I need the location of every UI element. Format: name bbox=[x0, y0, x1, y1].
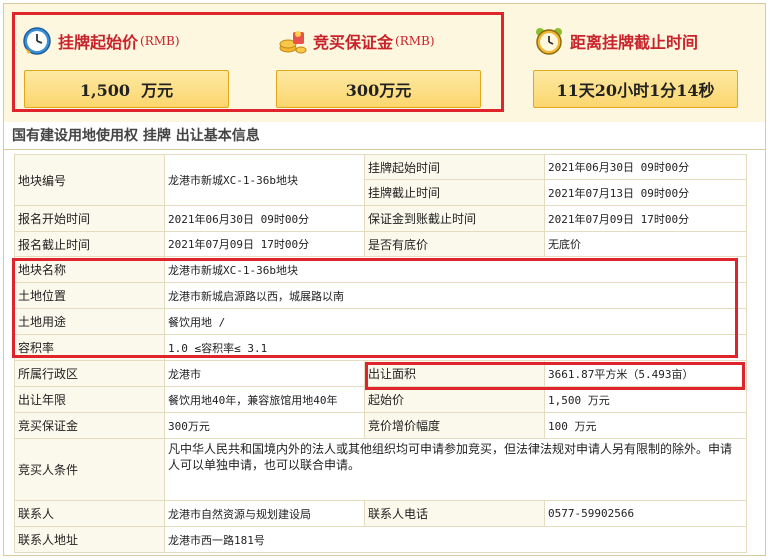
phone-value: 0577-59902566 bbox=[544, 500, 747, 527]
increment-value: 100 万元 bbox=[544, 412, 747, 439]
coins-icon bbox=[279, 31, 307, 54]
far-value: 1.0 ≤容积率≤ 3.1 bbox=[164, 334, 747, 361]
location-value: 龙港市新城启源路以西，城展路以南 bbox=[164, 282, 747, 309]
far-label: 容积率 bbox=[14, 334, 165, 361]
table-row: 容积率 1.0 ≤容积率≤ 3.1 bbox=[14, 334, 747, 361]
parcel-name-label: 地块名称 bbox=[14, 256, 165, 283]
usage-value: 餐饮用地 / bbox=[164, 308, 747, 335]
table-row: 地块名称 龙港市新城XC-1-36b地块 bbox=[14, 256, 747, 283]
location-label: 土地位置 bbox=[14, 282, 165, 309]
reserve-label: 是否有底价 bbox=[364, 231, 545, 257]
bid-deposit-value: 300万元 bbox=[164, 412, 365, 439]
alarm-clock-icon bbox=[536, 28, 562, 55]
increment-label: 竞价增价幅度 bbox=[364, 412, 545, 439]
starting-price-card: 挂牌起始价 (RMB) 1,500 万元 bbox=[14, 4, 244, 122]
starting-price-value: 1,500 万元 bbox=[24, 70, 229, 108]
reg-start-value: 2021年06月30日 09时00分 bbox=[164, 205, 365, 232]
table-row: 竞买人条件 凡中华人民共和国境内外的法人或其他组织均可申请参加竞买，但法律法规对… bbox=[14, 438, 747, 501]
deposit-deadline-value: 2021年07月09日 17时00分 bbox=[544, 205, 747, 232]
bid-deposit-label: 竞买保证金 bbox=[14, 412, 165, 439]
parcel-no-value: 龙港市新城XC-1-36b地块 bbox=[164, 154, 365, 206]
reg-end-value: 2021年07月09日 17时00分 bbox=[164, 231, 365, 257]
start-price-label: 起始价 bbox=[364, 386, 545, 413]
table-row: 土地位置 龙港市新城启源路以西，城展路以南 bbox=[14, 282, 747, 309]
list-start-value: 2021年06月30日 09时00分 bbox=[544, 154, 747, 180]
district-value: 龙港市 bbox=[164, 360, 365, 387]
section-title: 国有建设用地使用权 挂牌 出让基本信息 bbox=[12, 128, 260, 144]
reg-start-label: 报名开始时间 bbox=[14, 205, 165, 232]
list-end-label: 挂牌截止时间 bbox=[364, 179, 545, 206]
area-label: 出让面积 bbox=[364, 360, 545, 387]
usage-label: 土地用途 bbox=[14, 308, 165, 335]
deposit-title: 竞买保证金 (RMB) bbox=[277, 26, 435, 56]
table-row: 联系人 龙港市自然资源与规划建设局 联系人电话 0577-59902566 bbox=[14, 500, 747, 527]
clock-icon bbox=[23, 27, 51, 55]
parcel-no-label: 地块编号 bbox=[14, 154, 165, 206]
phone-label: 联系人电话 bbox=[364, 500, 545, 527]
table-row: 出让年限 餐饮用地40年，兼容旅馆用地40年 起始价 1,500 万元 bbox=[14, 386, 747, 413]
deposit-deadline-label: 保证金到账截止时间 bbox=[364, 205, 545, 232]
parcel-name-value: 龙港市新城XC-1-36b地块 bbox=[164, 256, 747, 283]
table-row: 报名截止时间 2021年07月09日 17时00分 是否有底价 无底价 bbox=[14, 231, 747, 257]
conditions-label: 竞买人条件 bbox=[14, 438, 165, 501]
area-value: 3661.87平方米（5.493亩） bbox=[544, 360, 747, 387]
table-row: 竞买保证金 300万元 竞价增价幅度 100 万元 bbox=[14, 412, 747, 439]
countdown-title: 距离挂牌截止时间 bbox=[534, 26, 698, 56]
deposit-card: 竞买保证金 (RMB) 300万元 bbox=[269, 4, 499, 122]
table-row: 报名开始时间 2021年06月30日 09时00分 保证金到账截止时间 2021… bbox=[14, 205, 747, 232]
countdown-label: 距离挂牌截止时间 bbox=[570, 33, 699, 52]
term-label: 出让年限 bbox=[14, 386, 165, 413]
starting-price-label: 挂牌起始价 bbox=[58, 33, 139, 52]
info-table: 地块编号 龙港市新城XC-1-36b地块 挂牌起始时间 2021年06月30日 … bbox=[14, 154, 747, 553]
contact-value: 龙港市自然资源与规划建设局 bbox=[164, 500, 365, 527]
address-label: 联系人地址 bbox=[14, 526, 165, 553]
reserve-value: 无底价 bbox=[544, 231, 747, 257]
reg-end-label: 报名截止时间 bbox=[14, 231, 165, 257]
table-row: 联系人地址 龙港市西一路181号 bbox=[14, 526, 747, 553]
deposit-value: 300万元 bbox=[276, 70, 481, 108]
starting-price-title: 挂牌起始价 (RMB) bbox=[22, 26, 180, 56]
countdown-card: 距离挂牌截止时间 11天20小时1分14秒 bbox=[529, 4, 759, 122]
start-price-value: 1,500 万元 bbox=[544, 386, 747, 413]
table-row: 地块编号 龙港市新城XC-1-36b地块 挂牌起始时间 2021年06月30日 … bbox=[14, 154, 747, 206]
conditions-value: 凡中华人民共和国境内外的法人或其他组织均可申请参加竞买，但法律法规对申请人另有限… bbox=[164, 438, 747, 501]
contact-label: 联系人 bbox=[14, 500, 165, 527]
address-value: 龙港市西一路181号 bbox=[164, 526, 747, 553]
district-label: 所属行政区 bbox=[14, 360, 165, 387]
deposit-label: 竞买保证金 bbox=[313, 33, 394, 52]
divider bbox=[4, 149, 765, 150]
list-end-value: 2021年07月13日 09时00分 bbox=[544, 179, 747, 206]
term-value: 餐饮用地40年，兼容旅馆用地40年 bbox=[164, 386, 365, 413]
list-start-label: 挂牌起始时间 bbox=[364, 154, 545, 180]
starting-price-unit: (RMB) bbox=[140, 34, 180, 48]
summary-panel: 挂牌起始价 (RMB) 1,500 万元 竞买保证金 (RMB) 300万元 距… bbox=[4, 4, 765, 122]
countdown-value: 11天20小时1分14秒 bbox=[533, 70, 738, 108]
deposit-unit: (RMB) bbox=[395, 34, 435, 48]
table-row: 土地用途 餐饮用地 / bbox=[14, 308, 747, 335]
table-row: 所属行政区 龙港市 出让面积 3661.87平方米（5.493亩） bbox=[14, 360, 747, 387]
